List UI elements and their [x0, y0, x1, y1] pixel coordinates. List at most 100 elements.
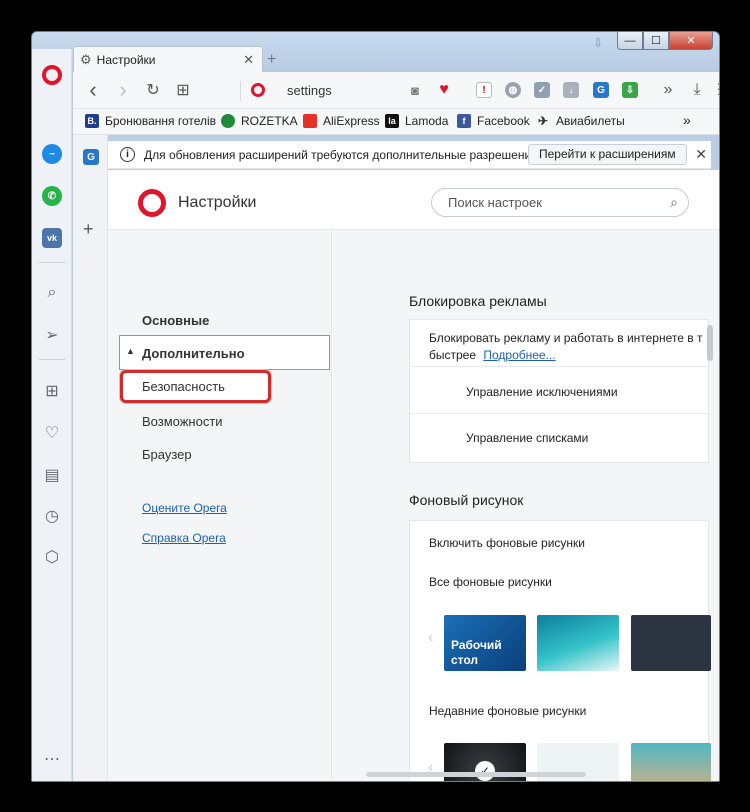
nav-browser[interactable]: Браузер	[142, 447, 192, 462]
all-wallpapers-label: Все фоновые рисунки	[429, 575, 552, 589]
tabs-overview-button[interactable]: ⊞	[173, 80, 193, 100]
bookmark-aliexpress[interactable]: AliExpress	[303, 114, 380, 128]
lamoda-icon: la	[385, 114, 399, 128]
bookmark-aviabilety[interactable]: ✈ Авиабилеты	[536, 114, 625, 128]
checkmark-icon: ✓	[475, 761, 495, 781]
nav-features[interactable]: Возможности	[142, 414, 223, 429]
new-tab-button[interactable]: +	[267, 51, 276, 69]
nav-security[interactable]: Безопасность	[120, 370, 271, 403]
opera-menu-icon[interactable]	[42, 65, 62, 85]
translate-ext-icon[interactable]: G	[83, 149, 99, 165]
more-extensions-button[interactable]: »	[658, 80, 678, 100]
bookmarks-more-button[interactable]: »	[683, 112, 691, 128]
ad-block-description: Блокировать рекламу и работать в интерне…	[429, 331, 703, 345]
sidebar-divider	[38, 359, 66, 360]
easy-setup-button[interactable]: ☰	[714, 80, 719, 100]
vertical-scrollbar[interactable]	[707, 325, 713, 361]
translate-icon[interactable]: G	[593, 82, 609, 98]
opera-page-icon	[251, 83, 265, 97]
bookmark-lamoda[interactable]: la Lamoda	[385, 114, 448, 128]
bookmark-facebook[interactable]: f Facebook	[457, 114, 530, 128]
opera-sidebar: ~ ✆ vk ⌕ ➢ ⊞ ♡ ▤ ◷ ⬡ ⋯	[32, 49, 72, 781]
manage-exceptions-button[interactable]: Управление исключениями	[466, 385, 618, 399]
ad-block-card: Блокировать рекламу и работать в интерне…	[409, 319, 709, 463]
messenger-icon[interactable]: ~	[40, 142, 64, 166]
more-options-icon[interactable]: ⋯	[40, 747, 64, 771]
sidebar-divider	[38, 262, 66, 263]
ad-block-title: Блокировка рекламы	[409, 293, 547, 309]
camera-icon[interactable]: ◙	[405, 80, 425, 100]
page-title: Настройки	[178, 194, 257, 211]
close-window-button[interactable]: ✕	[669, 32, 713, 50]
send-icon[interactable]: ➢	[40, 323, 64, 347]
forward-button[interactable]: ›	[113, 77, 133, 102]
aliexpress-icon	[303, 114, 317, 128]
gear-icon: ⚙	[80, 52, 92, 67]
history-icon[interactable]: ◷	[40, 504, 64, 528]
reload-button[interactable]: ↻	[143, 80, 163, 100]
bookmarks-bar: B. Бронювання готелів ROZETKA AliExpress…	[73, 109, 719, 135]
carousel-prev-icon[interactable]: ‹	[428, 629, 433, 647]
nav-advanced[interactable]: ▲ Дополнительно	[119, 335, 330, 370]
wallpaper-thumb-dark[interactable]	[631, 615, 711, 671]
bookmark-rozetka[interactable]: ROZETKA	[221, 114, 298, 128]
address-bar[interactable]: settings	[287, 83, 332, 98]
notification-message: Для обновления расширений требуются допо…	[144, 148, 548, 162]
wallpaper-thumb-waves[interactable]	[537, 615, 619, 671]
globe-icon[interactable]: ◍	[505, 82, 521, 98]
minimize-button[interactable]: —	[617, 32, 643, 50]
manage-lists-button[interactable]: Управление списками	[466, 431, 588, 445]
settings-search-input[interactable]: Поиск настроек ⌕	[431, 188, 689, 217]
tab-title: Настройки	[96, 53, 156, 67]
extension-flag-icon[interactable]: !	[476, 82, 492, 98]
extension-strip: G +	[73, 135, 108, 781]
search-icon: ⌕	[670, 194, 678, 210]
download-ext-icon[interactable]: ↓	[563, 82, 579, 98]
wallpaper-thumb-landscape[interactable]	[631, 743, 711, 781]
horizontal-scrollbar[interactable]	[366, 772, 586, 777]
search-placeholder: Поиск настроек	[448, 195, 542, 210]
close-tab-icon[interactable]: ✕	[243, 52, 254, 68]
extensions-icon[interactable]: ⬡	[40, 545, 64, 569]
green-ext-icon[interactable]: ⇩	[622, 82, 638, 98]
close-notification-icon[interactable]: ✕	[695, 146, 707, 163]
go-to-extensions-button[interactable]: Перейти к расширениям	[528, 144, 687, 165]
rozetka-icon	[221, 114, 235, 128]
ad-block-description-line2: быстрее Подробнее...	[429, 348, 556, 362]
tab-settings[interactable]: ⚙ Настройки ✕	[73, 46, 263, 73]
nav-basic[interactable]: Основные	[142, 313, 209, 328]
info-icon: i	[120, 147, 135, 162]
news-icon[interactable]: ▤	[40, 463, 64, 487]
booking-icon: B.	[85, 114, 99, 128]
recent-wallpapers-label: Недавние фоновые рисунки	[429, 704, 587, 718]
facebook-icon: f	[457, 114, 471, 128]
wallpaper-card: Включить фоновые рисунки Все фоновые рис…	[409, 520, 711, 781]
vk-icon[interactable]: vk	[40, 226, 64, 250]
rate-opera-link[interactable]: Оцените Opera	[142, 501, 227, 515]
extension-permission-notification: i Для обновления расширений требуются до…	[108, 141, 711, 169]
maximize-button[interactable]: ☐	[643, 32, 669, 50]
back-button[interactable]: ‹	[83, 77, 103, 102]
speed-dial-icon[interactable]: ⊞	[40, 379, 64, 403]
shield-icon[interactable]: ✓	[534, 82, 550, 98]
card-divider	[410, 366, 708, 367]
heart-bookmark-icon[interactable]: ♥	[434, 80, 454, 100]
address-divider	[240, 81, 241, 101]
opera-help-link[interactable]: Справка Opera	[142, 531, 226, 545]
settings-page: Настройки Поиск настроек ⌕ Основные ▲ До…	[108, 170, 719, 781]
add-extension-icon[interactable]: +	[83, 219, 94, 240]
download-indicator-icon[interactable]: ⇩	[593, 36, 609, 50]
wallpaper-title: Фоновый рисунок	[409, 492, 524, 508]
browser-window: ⇩ — ☐ ✕ ~ ✆ vk ⌕ ➢ ⊞ ♡ ▤ ◷ ⬡ ⋯ ⚙ Настрой…	[31, 31, 720, 782]
search-icon[interactable]: ⌕	[40, 281, 64, 305]
settings-nav: Основные ▲ Дополнительно Безопасность Во…	[108, 230, 332, 781]
enable-wallpapers-toggle[interactable]: Включить фоновые рисунки	[429, 536, 585, 550]
settings-header: Настройки Поиск настроек ⌕	[108, 170, 719, 230]
heart-icon[interactable]: ♡	[40, 421, 64, 445]
plane-icon: ✈	[537, 114, 549, 128]
wallpaper-thumb-desktop[interactable]: Рабочий стол	[444, 615, 526, 671]
downloads-button[interactable]: ⤓	[687, 80, 707, 100]
whatsapp-icon[interactable]: ✆	[40, 184, 64, 208]
bookmark-booking[interactable]: B. Бронювання готелів	[85, 114, 216, 128]
more-info-link[interactable]: Подробнее...	[483, 348, 555, 362]
